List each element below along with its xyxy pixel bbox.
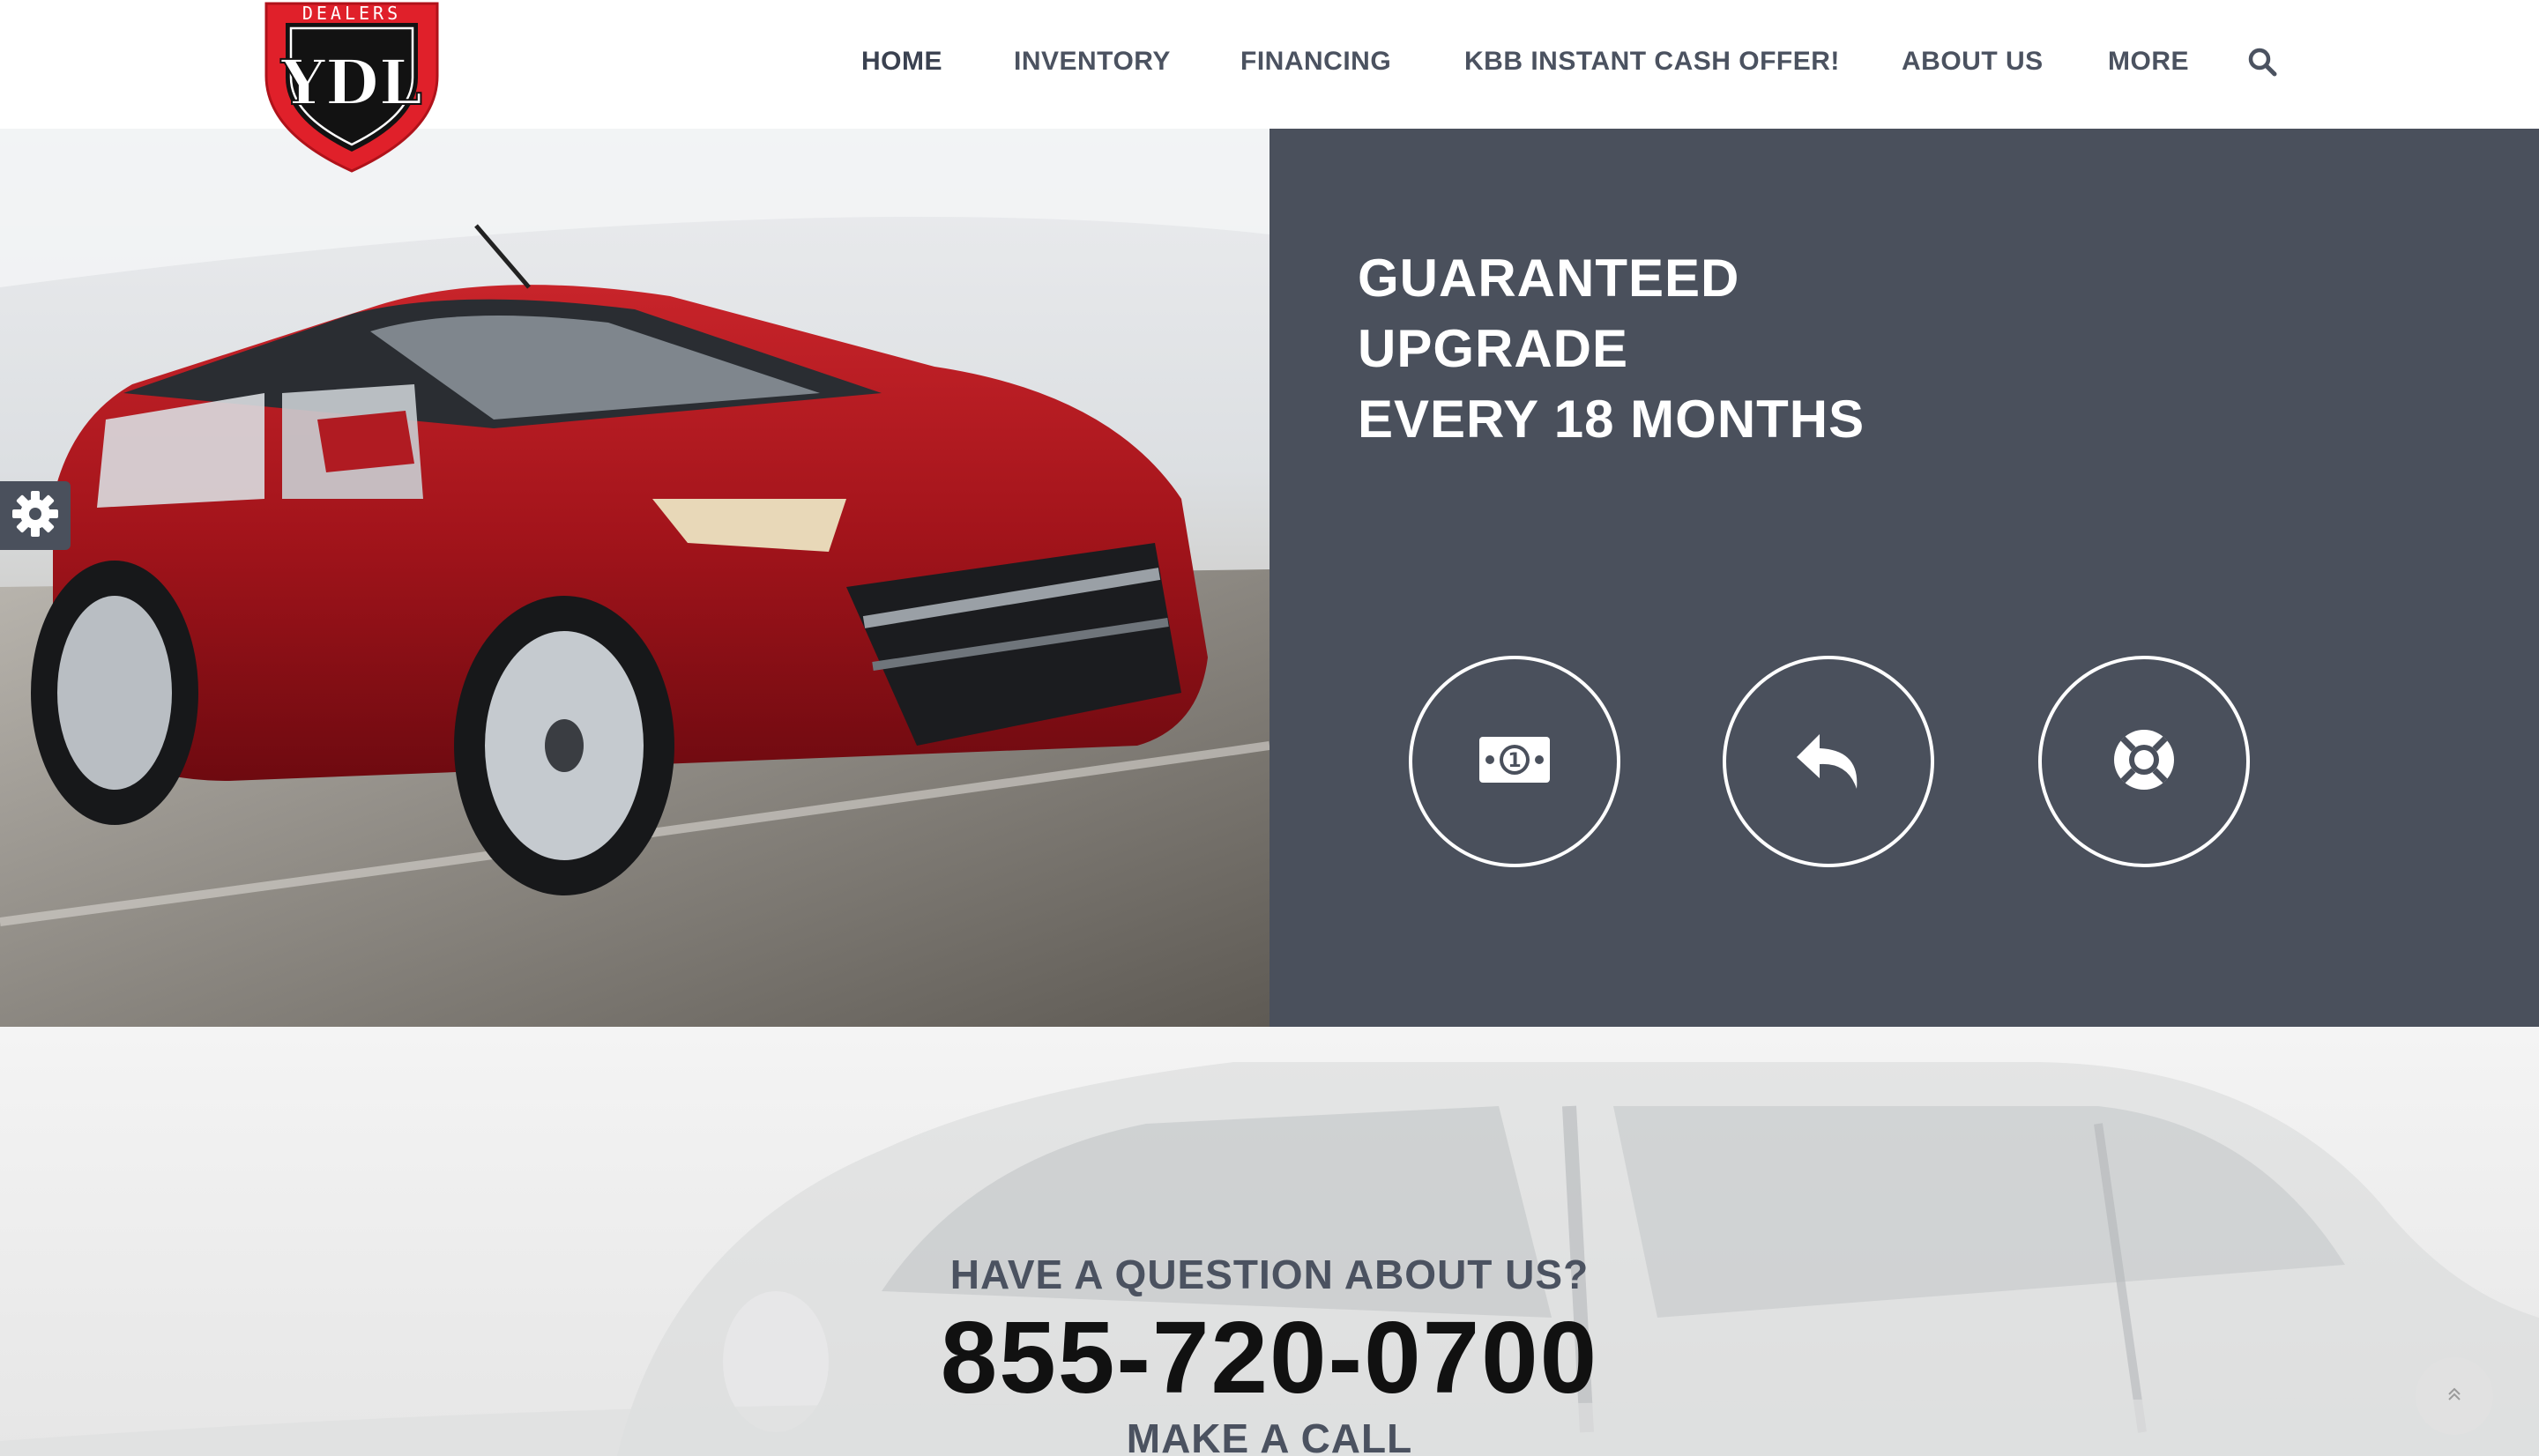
contact-question: HAVE A QUESTION ABOUT US? xyxy=(949,1252,1590,1297)
feature-support-button[interactable] xyxy=(2038,656,2250,867)
feature-trade-in-button[interactable] xyxy=(1723,656,1934,867)
life-ring-icon xyxy=(2111,726,2178,798)
nav-financing[interactable]: FINANCING xyxy=(1240,42,1391,81)
hero-promo-panel: GUARANTEED UPGRADE EVERY 18 MONTHS 1 xyxy=(1270,129,2539,1027)
scroll-to-top-button[interactable] xyxy=(2416,1357,2493,1435)
money-bill-icon: 1 xyxy=(1478,733,1552,791)
feature-financing-button[interactable]: 1 xyxy=(1409,656,1620,867)
settings-toggle[interactable] xyxy=(0,481,71,550)
nav-more[interactable]: MORE xyxy=(2108,42,2189,81)
logo-letters: YDL xyxy=(280,46,422,119)
phone-number-link[interactable]: 855-720-0700 xyxy=(0,1300,2539,1415)
nav-kbb-instant-cash-offer[interactable]: KBB INSTANT CASH OFFER! xyxy=(1464,42,1840,81)
logo-top-text: DEALERS xyxy=(302,3,401,24)
hero-section: GUARANTEED UPGRADE EVERY 18 MONTHS 1 xyxy=(0,129,2539,1027)
nav-home[interactable]: HOME xyxy=(861,42,942,81)
hero-title: GUARANTEED UPGRADE EVERY 18 MONTHS xyxy=(1358,243,1865,455)
nav-inventory[interactable]: INVENTORY xyxy=(1014,42,1171,81)
hero-car-image xyxy=(0,129,1270,1027)
hero-title-line-3: EVERY 18 MONTHS xyxy=(1358,390,1865,449)
hero-title-line-2: UPGRADE xyxy=(1358,319,1629,378)
dealer-logo[interactable]: DEALERS YDL xyxy=(263,0,441,173)
make-a-call-label[interactable]: MAKE A CALL xyxy=(0,1415,2539,1456)
nav-about-us[interactable]: ABOUT US xyxy=(1902,42,2044,81)
double-chevron-up-icon xyxy=(2445,1385,2464,1408)
contact-section: HAVE A QUESTION ABOUT US? 855-720-0700 M… xyxy=(0,1027,2539,1456)
hero-title-line-1: GUARANTEED xyxy=(1358,249,1740,308)
search-icon[interactable] xyxy=(2246,46,2280,79)
gear-icon xyxy=(11,490,59,542)
reply-arrow-icon xyxy=(1793,729,1864,795)
svg-text:1: 1 xyxy=(1508,750,1521,772)
